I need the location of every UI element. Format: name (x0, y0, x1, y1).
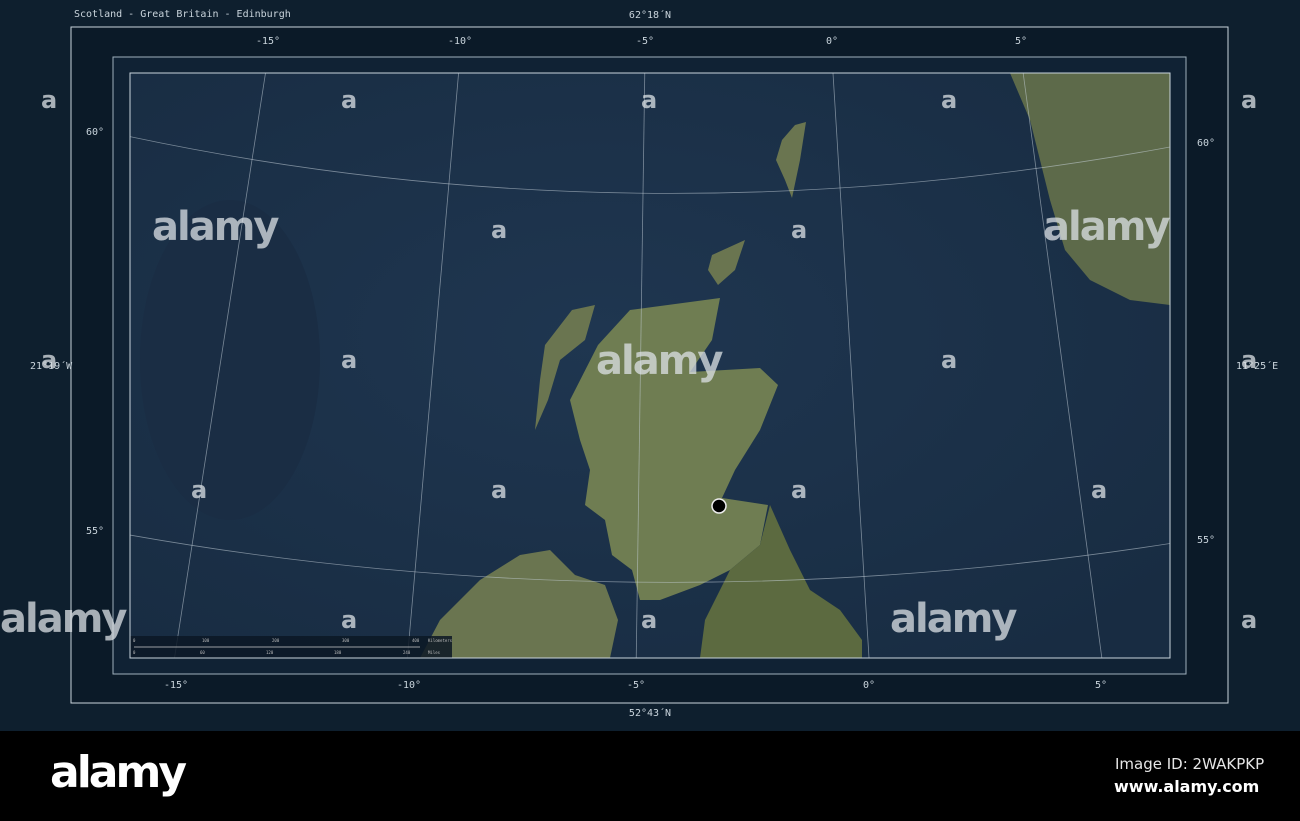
watermark-small: a (791, 476, 807, 504)
watermark-small: a (41, 346, 57, 374)
scale-km-label: 300 (342, 638, 350, 643)
watermark: alamy (152, 204, 279, 250)
north-extent-label: 62°18´N (628, 10, 672, 21)
top-lon-tick: 0° (825, 36, 839, 47)
watermark: alamy (1043, 204, 1170, 250)
top-lon-tick: -15° (255, 36, 281, 47)
site-url[interactable]: www.alamy.com (1114, 777, 1259, 796)
scale-mi-label: 240 (403, 650, 411, 655)
watermark-small: a (341, 346, 357, 374)
top-lon-tick: -10° (447, 36, 473, 47)
bottom-lon-tick: -15° (163, 680, 189, 691)
map-title: Scotland - Great Britain - Edinburgh (74, 9, 291, 20)
right-lat-tick: 60° (1197, 138, 1216, 149)
scale-km-label: 100 (202, 638, 210, 643)
scale-mi-unit: Miles (428, 650, 441, 655)
watermark-small: a (1241, 346, 1257, 374)
top-lon-tick: -5° (635, 36, 655, 47)
bottom-lon-tick: -5° (626, 680, 646, 691)
watermark-small: a (341, 606, 357, 634)
left-lat-tick: 55° (86, 526, 105, 537)
top-lon-tick: 5° (1014, 36, 1028, 47)
watermark-small: a (1241, 86, 1257, 114)
scale-km-label: 0 (133, 638, 136, 643)
scale-km-label: 400 (412, 638, 420, 643)
right-lat-tick: 55° (1197, 535, 1216, 546)
image-id: Image ID: 2WAKPKP (1115, 755, 1265, 773)
scale-mi-label: 60 (200, 650, 205, 655)
watermark-small: a (1091, 476, 1107, 504)
watermark: alamy (0, 596, 127, 642)
scale-mi-label: 0 (133, 650, 136, 655)
watermark-small: a (341, 86, 357, 114)
watermark-small: a (491, 216, 507, 244)
left-lat-tick: 60° (86, 127, 105, 138)
bottom-lon-tick: 0° (862, 680, 876, 691)
scale-km-unit: Kilometers (428, 638, 453, 643)
watermark-small: a (791, 216, 807, 244)
scale-km-label: 200 (272, 638, 280, 643)
watermark: alamy (596, 338, 723, 384)
bottom-lon-tick: -10° (396, 680, 422, 691)
watermark-small: a (41, 86, 57, 114)
watermark-small: a (641, 86, 657, 114)
watermark-small: a (191, 476, 207, 504)
watermark-small: a (641, 606, 657, 634)
bottom-lon-tick: 5° (1094, 680, 1108, 691)
scale-mi-label: 120 (266, 650, 274, 655)
watermark-small: a (491, 476, 507, 504)
capital-marker-edinburgh (711, 498, 727, 514)
watermark: alamy (890, 596, 1017, 642)
watermark-small: a (941, 86, 957, 114)
watermark-small: a (941, 346, 957, 374)
alamy-logo: alamy (50, 747, 187, 798)
watermark-small: a (1241, 606, 1257, 634)
footer-banner: alamy Image ID: 2WAKPKP www.alamy.com (0, 731, 1300, 821)
south-extent-label: 52°43´N (628, 708, 672, 719)
scale-mi-label: 180 (334, 650, 342, 655)
